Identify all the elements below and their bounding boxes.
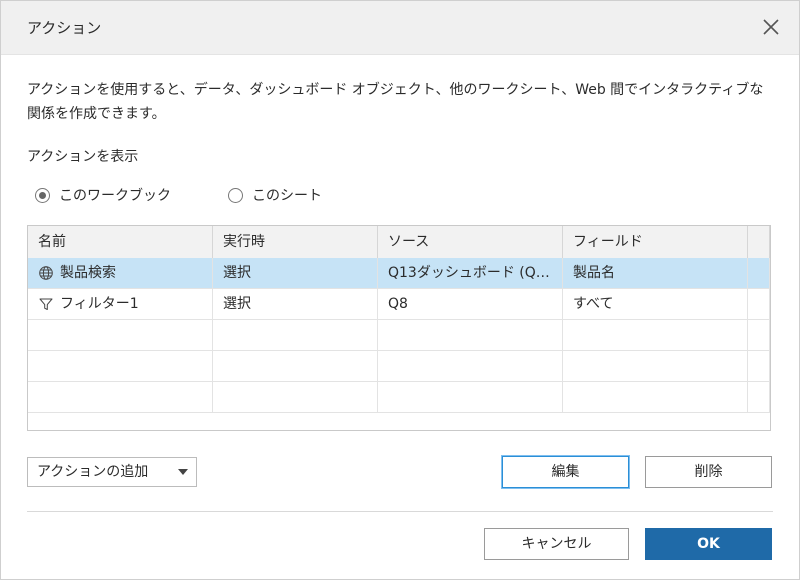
- empty-cell: [563, 351, 748, 381]
- empty-cell: [563, 320, 748, 350]
- empty-cell: [378, 320, 563, 350]
- dialog-title: アクション: [27, 19, 102, 37]
- add-action-dropdown[interactable]: アクションの追加: [27, 457, 197, 487]
- empty-cell: [378, 351, 563, 381]
- delete-button[interactable]: 削除: [645, 456, 772, 488]
- radio-this-sheet-label: このシート: [252, 188, 322, 204]
- dialog-titlebar: アクション: [1, 1, 799, 55]
- column-header-fields[interactable]: フィールド: [563, 226, 748, 258]
- radio-this-sheet[interactable]: このシート: [228, 184, 322, 206]
- table-row[interactable]: 製品検索 選択 Q13ダッシュボード (Q13) 製品名: [28, 258, 770, 289]
- cancel-button[interactable]: キャンセル: [484, 528, 629, 560]
- empty-cell: [748, 382, 770, 412]
- table-cell-fields: 製品名: [563, 258, 748, 288]
- actions-dialog: アクション アクションを使用すると、データ、ダッシュボード オブジェクト、他のワ…: [0, 0, 800, 580]
- table-cell-fields: すべて: [563, 289, 748, 319]
- empty-cell: [213, 320, 378, 350]
- empty-table-row: [28, 351, 770, 382]
- dialog-description: アクションを使用すると、データ、ダッシュボード オブジェクト、他のワークシート、…: [27, 82, 764, 122]
- table-cell-run-on: 選択: [213, 289, 378, 319]
- table-cell-spacer: [748, 289, 770, 319]
- column-header-spacer: [748, 226, 770, 258]
- footer-divider: [27, 511, 773, 512]
- column-header-run-on[interactable]: 実行時: [213, 226, 378, 258]
- empty-cell: [28, 351, 213, 381]
- empty-cell: [28, 382, 213, 412]
- chevron-down-icon: [178, 469, 188, 475]
- table-cell-source: Q13ダッシュボード (Q13): [378, 258, 563, 288]
- table-cell-name: フィルター1: [28, 289, 213, 319]
- table-cell-source: Q8: [378, 289, 563, 319]
- empty-table-row: [28, 320, 770, 351]
- empty-cell: [213, 382, 378, 412]
- row-source-text: Q13ダッシュボード (Q13): [388, 265, 556, 281]
- radio-this-workbook[interactable]: このワークブック: [35, 184, 171, 206]
- table-cell-run-on: 選択: [213, 258, 378, 288]
- table-header: 名前 実行時 ソース フィールド: [28, 226, 770, 259]
- empty-cell: [28, 320, 213, 350]
- empty-cell: [378, 382, 563, 412]
- column-header-name[interactable]: 名前: [28, 226, 213, 258]
- radio-checked-icon: [35, 187, 50, 203]
- empty-cell: [748, 320, 770, 350]
- empty-cell: [563, 382, 748, 412]
- empty-table-row: [28, 382, 770, 413]
- close-button[interactable]: [759, 15, 783, 39]
- empty-cell: [748, 351, 770, 381]
- edit-button[interactable]: 編集: [502, 456, 629, 488]
- row-name-text: 製品検索: [60, 265, 116, 281]
- radio-unchecked-icon: [228, 187, 243, 203]
- table-cell-name: 製品検索: [28, 258, 213, 288]
- filter-icon: [38, 296, 54, 312]
- show-actions-label: アクションを表示: [27, 149, 139, 165]
- radio-this-workbook-label: このワークブック: [59, 188, 171, 204]
- table-cell-spacer: [748, 258, 770, 288]
- actions-table: 名前 実行時 ソース フィールド 製品検索 選択 Q13ダッシュボード (Q13…: [27, 225, 771, 431]
- empty-cell: [213, 351, 378, 381]
- table-row[interactable]: フィルター1 選択 Q8 すべて: [28, 289, 770, 320]
- ok-button[interactable]: OK: [645, 528, 772, 560]
- add-action-label: アクションの追加: [37, 464, 149, 480]
- row-name-text: フィルター1: [60, 296, 139, 312]
- close-icon: [763, 19, 779, 35]
- globe-icon: [38, 265, 54, 281]
- column-header-source[interactable]: ソース: [378, 226, 563, 258]
